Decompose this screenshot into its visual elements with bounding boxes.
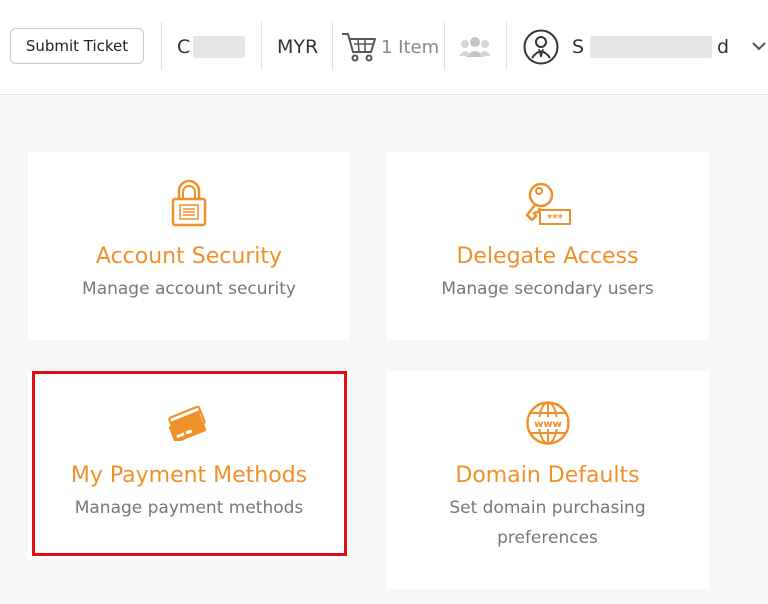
lock-icon [171, 179, 207, 227]
card-title[interactable]: Domain Defaults [386, 462, 709, 490]
card-title[interactable]: Delegate Access [386, 243, 709, 271]
globe-www-icon: www [525, 401, 570, 445]
svg-text:***: *** [547, 213, 563, 224]
divider [506, 22, 507, 70]
highlight-box [32, 371, 347, 556]
submit-ticket-button[interactable]: Submit Ticket [10, 28, 144, 64]
cart-icon[interactable] [341, 31, 377, 63]
domain-defaults-card[interactable]: www Domain Defaults Set domain purchasin… [386, 371, 709, 589]
redacted-user-name [590, 36, 712, 58]
card-description-line-2: preferences [497, 528, 598, 548]
account-security-card[interactable]: Account Security Manage account security [28, 152, 350, 340]
card-description: Manage secondary users [441, 279, 654, 299]
users-group-icon[interactable] [459, 36, 491, 58]
card-description: Manage account security [82, 279, 296, 299]
user-avatar-icon[interactable] [523, 29, 559, 65]
divider [161, 22, 162, 70]
divider [332, 22, 333, 70]
user-name-end[interactable]: d [717, 35, 729, 59]
divider [261, 22, 262, 70]
account-name[interactable]: C [177, 35, 190, 59]
svg-text:www: www [534, 419, 562, 430]
cart-item-count[interactable]: 1 Item [381, 36, 439, 60]
card-title[interactable]: Account Security [28, 243, 350, 271]
user-name[interactable]: S [572, 35, 584, 59]
card-description-line-1: Set domain purchasing [449, 498, 646, 518]
redacted-account [193, 36, 245, 58]
key-icon: *** [525, 182, 571, 225]
top-bar: Submit Ticket C MYR 1 Item S d [0, 0, 768, 95]
currency-selector[interactable]: MYR [277, 35, 318, 59]
divider [444, 22, 445, 70]
chevron-down-icon[interactable] [752, 41, 766, 51]
delegate-access-card[interactable]: *** Delegate Access Manage secondary use… [386, 152, 709, 340]
